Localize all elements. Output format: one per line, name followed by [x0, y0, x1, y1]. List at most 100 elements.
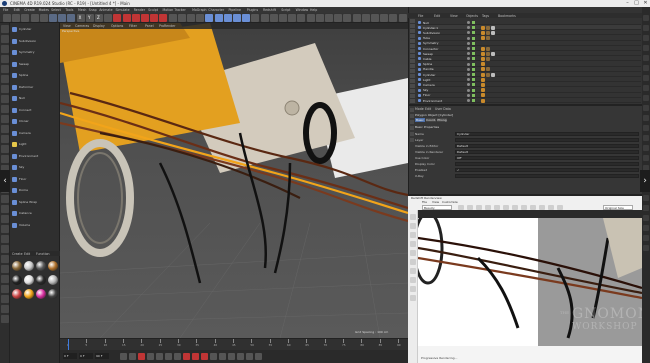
attribute-menu-item[interactable]: User Data: [435, 107, 451, 111]
palette-tool-icon[interactable]: [1, 55, 9, 63]
toolbar-button[interactable]: [260, 14, 269, 22]
attribute-field[interactable]: [455, 173, 639, 178]
enable-check[interactable]: [472, 21, 475, 24]
axis-lock-x-button[interactable]: X: [76, 15, 84, 21]
palette-tool-icon[interactable]: [1, 225, 9, 233]
palette-item[interactable]: Light: [12, 141, 58, 148]
menu-item[interactable]: Pipeline: [229, 8, 241, 12]
right-dock-icon[interactable]: [643, 155, 649, 161]
material-tag-icon[interactable]: [481, 62, 485, 67]
enable-check[interactable]: [472, 62, 475, 66]
toolbar-button[interactable]: [315, 14, 324, 22]
visibility-dots[interactable]: [467, 67, 470, 71]
close-button[interactable]: ✕: [641, 0, 650, 7]
right-dock-icon[interactable]: [643, 145, 649, 151]
maximize-button[interactable]: □: [632, 0, 641, 7]
enable-check[interactable]: [472, 88, 475, 92]
palette-item[interactable]: Instance: [12, 210, 58, 217]
menu-item[interactable]: Mesh: [78, 8, 86, 12]
material-tag-icon[interactable]: [481, 25, 485, 30]
render-side-icon[interactable]: [410, 250, 416, 256]
material-tag-icon[interactable]: [481, 30, 485, 35]
render-side-icon[interactable]: [410, 277, 416, 283]
toolbar-button[interactable]: [196, 14, 205, 22]
material-tag-icon[interactable]: [481, 98, 485, 103]
right-dock-icon[interactable]: [643, 15, 649, 21]
dock-icon[interactable]: [410, 59, 415, 63]
material-menu-item[interactable]: Create: [12, 252, 23, 256]
toolbar-button[interactable]: [49, 14, 57, 22]
enable-check[interactable]: [472, 47, 475, 50]
material-swatch[interactable]: [24, 275, 34, 285]
toolbar-button[interactable]: [30, 14, 39, 22]
dock-icon[interactable]: [410, 54, 415, 58]
transport-button[interactable]: [156, 353, 163, 360]
right-dock-icon[interactable]: [643, 125, 649, 131]
right-dock-icon[interactable]: [643, 205, 649, 211]
dock-icon[interactable]: [410, 69, 415, 73]
material-tag-icon[interactable]: [491, 25, 495, 30]
material-tag-icon[interactable]: [481, 93, 485, 98]
material-tag-icon[interactable]: [481, 67, 485, 72]
render-toolbar-icon[interactable]: [548, 205, 554, 210]
timeline[interactable]: 051015202530354045505560657075808590: [60, 338, 408, 350]
material-tag-icon[interactable]: [491, 72, 495, 77]
dock-icon[interactable]: [410, 34, 415, 38]
right-dock-icon[interactable]: [643, 95, 649, 101]
object-manager-tab[interactable]: File: [418, 14, 423, 18]
render-side-icon[interactable]: [410, 295, 416, 301]
object-row[interactable]: Environment: [417, 98, 641, 103]
menu-item[interactable]: Edit: [14, 8, 20, 12]
right-dock-icon[interactable]: [643, 85, 649, 91]
toolbar-button[interactable]: [104, 14, 113, 22]
enable-check[interactable]: [472, 36, 475, 40]
object-manager-tab[interactable]: Objects: [466, 14, 478, 18]
menu-item[interactable]: Snap: [89, 8, 97, 12]
toolbar-button[interactable]: [214, 14, 223, 22]
right-dock-icon[interactable]: [643, 195, 649, 201]
viewport-menu-item[interactable]: Panel: [145, 24, 154, 28]
render-menu-item[interactable]: File: [422, 200, 427, 204]
render-toolbar-icon[interactable]: [476, 205, 482, 210]
palette-tool-icon[interactable]: [1, 235, 9, 243]
toolbar-button[interactable]: [223, 14, 232, 22]
dock-icon[interactable]: [410, 138, 414, 142]
render-side-icon[interactable]: [410, 268, 416, 274]
minimize-button[interactable]: –: [623, 0, 632, 7]
right-dock-icon[interactable]: [643, 25, 649, 31]
palette-item[interactable]: Connect: [12, 107, 58, 114]
palette-item[interactable]: Spline: [12, 72, 58, 79]
toolbar-button[interactable]: [168, 14, 177, 22]
dock-icon[interactable]: [410, 64, 415, 68]
palette-tool-icon[interactable]: [1, 155, 9, 163]
material-tag-icon[interactable]: [486, 46, 490, 51]
transport-button[interactable]: [120, 353, 127, 360]
material-tag-icon[interactable]: [481, 88, 485, 93]
toolbar-button[interactable]: [150, 14, 159, 22]
palette-item[interactable]: Cylinder: [12, 26, 58, 33]
right-dock-icon[interactable]: [643, 55, 649, 61]
object-manager-tab[interactable]: View: [450, 14, 458, 18]
render-side-icon[interactable]: [410, 223, 416, 229]
menu-item[interactable]: Simulate: [116, 8, 130, 12]
material-swatch[interactable]: [24, 261, 34, 271]
transport-button[interactable]: [255, 353, 262, 360]
palette-tool-icon[interactable]: [1, 75, 9, 83]
render-menu-item[interactable]: Customize: [442, 200, 458, 204]
enable-check[interactable]: [472, 26, 475, 30]
visibility-dots[interactable]: [467, 52, 470, 56]
toolbar-button[interactable]: [297, 14, 306, 22]
dock-icon[interactable]: [410, 114, 414, 118]
menu-item[interactable]: File: [3, 8, 8, 12]
palette-item[interactable]: Subdivision: [12, 38, 58, 45]
visibility-dots[interactable]: [467, 26, 470, 30]
attribute-menu-item[interactable]: Edit: [425, 107, 431, 111]
dock-icon[interactable]: [410, 44, 415, 48]
dock-icon[interactable]: [410, 39, 415, 43]
viewport-menu-item[interactable]: ProRender: [159, 24, 175, 28]
palette-tool-icon[interactable]: [1, 35, 9, 43]
material-tag-icon[interactable]: [491, 30, 495, 35]
palette-tool-icon[interactable]: [1, 145, 9, 153]
visibility-dots[interactable]: [467, 41, 470, 45]
palette-tool-icon[interactable]: [1, 245, 9, 253]
